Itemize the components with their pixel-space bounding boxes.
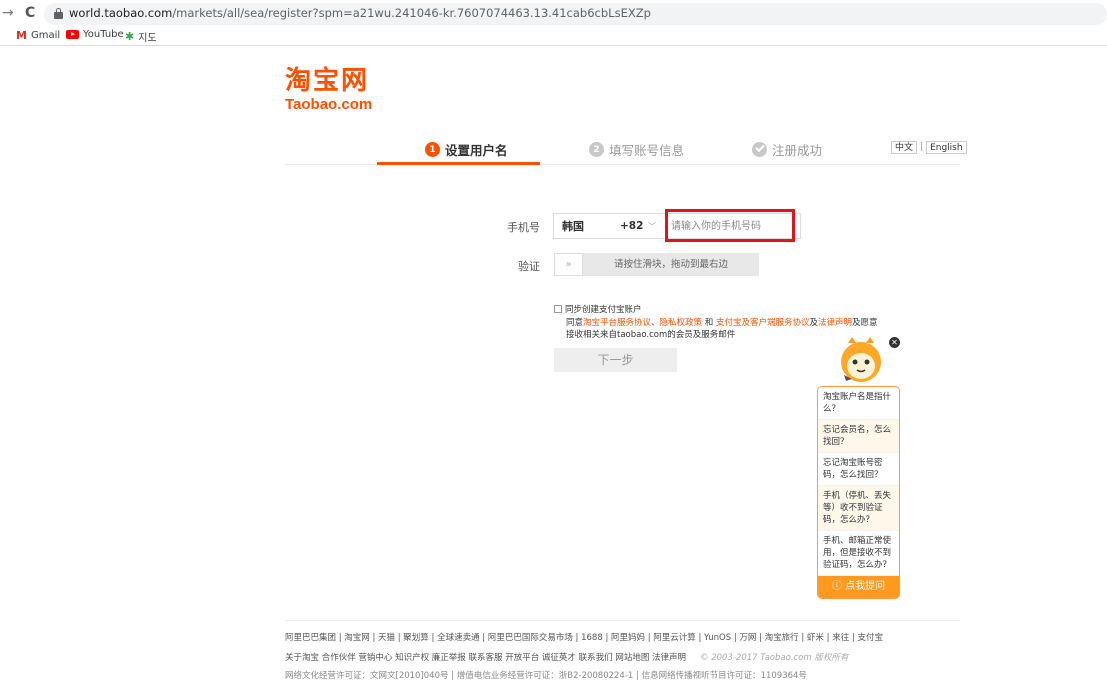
footer-about-row: 关于淘宝 合作伙伴 营销中心 知识产权 廉正举报 联系客服 开放平台 诚征英才 …	[285, 651, 848, 663]
bookmark-maps[interactable]: ✱ 지도	[125, 29, 157, 44]
url-host: world.taobao.com	[69, 6, 173, 20]
ask-question-button[interactable]: ⓘ 点我提问	[818, 576, 899, 598]
url-path: /markets/all/sea/register?spm=a21wu.2410…	[172, 6, 651, 20]
bookmarks-bar: M Gmail YouTube ✱ 지도	[0, 28, 1107, 46]
step-number: 1	[425, 142, 440, 157]
agreement-block: 同步创建支付宝账户 同意淘宝平台服务协议、隐私权政策 和 支付宝及客户端服务协议…	[554, 304, 884, 342]
country-code[interactable]: +82	[620, 220, 646, 232]
help-panel: 淘宝账户名是指什么？ 忘记会员名，怎么找回？ 忘记淘宝账号密码，怎么找回？ 手机…	[817, 386, 900, 599]
back-arrow-icon[interactable]: →	[2, 5, 14, 21]
step-success: 注册成功	[752, 140, 822, 159]
link-alipay-agreement[interactable]: 支付宝及客户端服务协议	[716, 318, 810, 328]
step-set-username: 1 设置用户名	[425, 140, 508, 159]
close-icon[interactable]: ✕	[889, 337, 900, 348]
step-label: 设置用户名	[445, 143, 508, 158]
address-bar: → C world.taobao.com/markets/all/sea/reg…	[0, 0, 1107, 28]
link-privacy-policy[interactable]: 隐私权政策	[660, 318, 703, 328]
step-label: 填写账号信息	[609, 143, 685, 158]
language-switch: 中文 | English	[891, 140, 967, 154]
step-fill-account: 2 填写账号信息	[589, 140, 684, 159]
help-question[interactable]: 手机（停机、丢失等）收不到验证码，怎么办？	[818, 486, 899, 531]
help-question[interactable]: 忘记淘宝账号密码，怎么找回？	[818, 453, 899, 486]
chevron-down-icon[interactable]: ﹀	[648, 221, 656, 232]
taobao-logo[interactable]: 淘宝网 Taobao.com	[285, 66, 372, 114]
reload-icon[interactable]: C	[25, 5, 35, 21]
footer-links-row[interactable]: 阿里巴巴集团 | 淘宝网 | 天猫 | 聚划算 | 全球速卖通 | 阿里巴巴国际…	[285, 631, 883, 643]
lang-zh-button[interactable]: 中文	[891, 140, 918, 154]
youtube-icon	[66, 30, 79, 39]
step-number: 2	[589, 142, 604, 157]
link-legal-notice[interactable]: 法律声明	[818, 318, 852, 328]
alipay-sync-checkbox[interactable]	[554, 305, 562, 313]
gmail-icon: M	[16, 29, 27, 42]
email-consent-text: 接收相关来自taobao.com的会员及服务邮件	[566, 330, 736, 340]
phone-label: 手机号	[507, 221, 540, 234]
step-label: 注册成功	[772, 143, 823, 158]
help-question[interactable]: 手机、邮箱正常使用，但是接收不到验证码，怎么办？	[818, 531, 899, 576]
country-select[interactable]: 韩国	[562, 218, 620, 234]
bookmark-gmail[interactable]: M Gmail	[16, 29, 60, 42]
maps-icon: ✱	[125, 30, 135, 43]
slider-handle[interactable]: »	[554, 253, 583, 276]
next-button[interactable]: 下一步	[554, 348, 677, 372]
copyright: © 2003-2017 Taobao.com 版权所有	[700, 653, 849, 663]
slider-hint: 请按住滑块，拖动到最右边	[613, 259, 728, 270]
link-taobao-service-agreement[interactable]: 淘宝平台服务协议	[583, 318, 651, 328]
footer-license-row: 网络文化经营许可证：文网文[2010]040号 | 增值电信业务经营许可证：浙B…	[285, 671, 807, 681]
footer-about-links[interactable]: 关于淘宝 合作伙伴 营销中心 知识产权 廉正举报 联系客服 开放平台 诚征英才 …	[285, 653, 686, 663]
verify-slider[interactable]: » 请按住滑块，拖动到最右边	[554, 253, 759, 276]
lang-en-button[interactable]: English	[926, 140, 967, 154]
active-step-indicator	[377, 162, 540, 165]
question-icon: ⓘ	[831, 581, 846, 592]
mascot-icon[interactable]	[838, 335, 884, 387]
verify-label: 验证	[518, 260, 540, 273]
footer-divider	[285, 620, 960, 621]
checkmark-icon	[752, 142, 767, 157]
help-question[interactable]: 忘记会员名，怎么找回？	[818, 420, 899, 453]
help-question[interactable]: 淘宝账户名是指什么？	[818, 387, 899, 420]
lock-icon[interactable]	[54, 8, 63, 19]
bookmark-youtube[interactable]: YouTube	[66, 29, 124, 40]
highlight-annotation	[665, 209, 795, 242]
url-field[interactable]: world.taobao.com/markets/all/sea/registe…	[44, 3, 1107, 25]
double-chevron-right-icon: »	[565, 259, 572, 270]
